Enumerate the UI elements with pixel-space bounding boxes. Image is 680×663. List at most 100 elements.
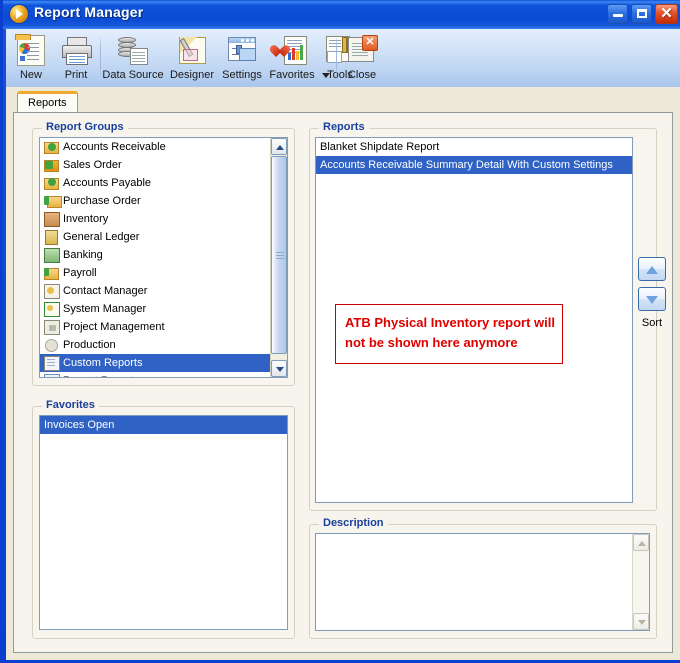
project-management-icon [43,319,60,335]
favorites-group: Favorites Invoices Open [32,399,295,639]
toolbar-separator-2 [336,35,337,79]
chevron-down-icon [276,367,284,372]
report-groups-scrollbar[interactable] [270,138,287,377]
chevron-up-icon [276,145,284,150]
toolbar-button-close[interactable]: ✕ Close [340,32,384,84]
close-window-icon: ✕ [346,34,378,66]
report-groups-item[interactable]: Banking [40,246,270,264]
annotation-line-2: not be shown here anymore [345,335,518,350]
report-groups-item-label: Production [63,339,116,351]
description-scrollbar[interactable] [632,534,649,630]
sort-up-icon [646,266,658,274]
sort-controls: Sort [636,257,668,337]
window-title: Report Manager [34,4,144,20]
sort-up-button[interactable] [638,257,666,281]
tab-strip: Reports [13,91,673,113]
annotation-line-1: ATB Physical Inventory report will [345,315,555,330]
report-groups-item[interactable]: Production [40,336,270,354]
scrollbar-thumb[interactable] [271,156,287,354]
inventory-icon [43,211,60,227]
close-icon: ✕ [660,5,673,22]
reports-item-selected[interactable]: Accounts Receivable Summary Detail With … [316,156,632,174]
toolbar-button-new[interactable]: New [10,32,52,84]
toolbar-button-settings[interactable]: Settings [218,32,266,84]
toolbar-label-new: New [19,69,42,81]
favorites-heart-icon [276,34,308,66]
report-groups-group: Report Groups Accounts Receivable Sales … [32,121,295,386]
report-groups-list[interactable]: Accounts Receivable Sales Order Accounts… [39,137,288,378]
report-groups-item[interactable]: Contact Manager [40,282,270,300]
title-bar: Report Manager ✕ [3,0,680,29]
scrollbar-grip [276,252,284,261]
chevron-down-icon[interactable] [322,73,330,78]
scroll-up-button[interactable] [633,534,649,551]
report-groups-item-label: Custom Reports [63,357,143,369]
printer-icon [60,34,92,66]
report-groups-item[interactable]: Recent Reports [40,372,270,377]
report-groups-item-label: Inventory [63,213,109,225]
toolbar-label-settings: Settings [222,69,262,81]
report-groups-item[interactable]: Sales Order [40,156,270,174]
toolbar: New Print Data Source Designer Settings … [6,29,680,88]
report-groups-item-label: General Ledger [63,231,140,243]
sales-order-icon [43,157,59,173]
toolbar-label-data-source: Data Source [102,69,164,81]
reports-item-label: Accounts Receivable Summary Detail With … [320,159,613,171]
designer-icon [176,34,208,66]
favorites-item-label: Invoices Open [44,419,115,431]
report-groups-item-label: Project Management [63,321,165,333]
reports-title: Reports [319,121,369,134]
ar-folder-icon [43,139,59,155]
report-groups-item[interactable]: Purchase Order [40,192,270,210]
chevron-up-icon [638,541,646,546]
toolbar-label-print: Print [64,69,88,81]
report-groups-item[interactable]: Accounts Payable [40,174,270,192]
report-groups-item[interactable]: General Ledger [40,228,270,246]
toolbar-button-designer[interactable]: Designer [166,32,218,84]
play-circle-icon [10,5,28,23]
toolbar-button-data-source[interactable]: Data Source [102,32,164,84]
report-groups-item-custom-reports[interactable]: Custom Reports [40,354,270,372]
report-groups-item[interactable]: Payroll [40,264,270,282]
report-groups-item[interactable]: System Manager [40,300,270,318]
report-groups-title: Report Groups [42,121,128,134]
toolbar-label-close: Close [347,69,377,81]
report-groups-item[interactable]: Project Management [40,318,270,336]
general-ledger-icon [43,229,59,245]
reports-item-label: Blanket Shipdate Report [320,141,440,153]
report-groups-item-label: Accounts Receivable [63,141,166,153]
toolbar-label-designer: Designer [169,69,215,81]
favorites-title: Favorites [42,399,99,412]
scroll-down-button[interactable] [633,613,649,630]
new-report-icon [15,34,47,66]
favorites-item[interactable]: Invoices Open [40,416,287,434]
report-groups-item-label: Purchase Order [63,195,141,207]
toolbar-button-print[interactable]: Print [54,32,98,84]
banking-icon [43,247,60,263]
payroll-icon [43,265,59,281]
report-groups-item-label: System Manager [63,303,147,315]
maximize-button[interactable] [631,4,652,24]
report-groups-item[interactable]: Inventory [40,210,270,228]
toolbar-button-favorites[interactable]: Favorites [266,32,318,84]
report-groups-item[interactable]: Accounts Receivable [40,138,270,156]
sort-down-button[interactable] [638,287,666,311]
minimize-button[interactable] [607,4,628,24]
scroll-up-button[interactable] [271,138,287,155]
report-groups-item-label: Payroll [63,267,97,279]
report-groups-item-label: Contact Manager [63,285,148,297]
description-textarea[interactable] [315,533,650,631]
settings-icon [226,34,258,66]
reports-item[interactable]: Blanket Shipdate Report [316,138,632,156]
minimize-icon [613,14,623,17]
favorites-list[interactable]: Invoices Open [39,415,288,630]
client-area: Reports Report Groups Accounts Receivabl… [6,87,680,660]
report-groups-item-label: Accounts Payable [63,177,152,189]
sort-label: Sort [641,317,663,329]
close-button[interactable]: ✕ [655,4,678,24]
tab-reports[interactable]: Reports [17,91,78,113]
report-groups-item-label: Banking [63,249,103,261]
custom-reports-icon [43,355,60,371]
purchase-order-icon [43,193,62,209]
scroll-down-button[interactable] [271,360,287,377]
